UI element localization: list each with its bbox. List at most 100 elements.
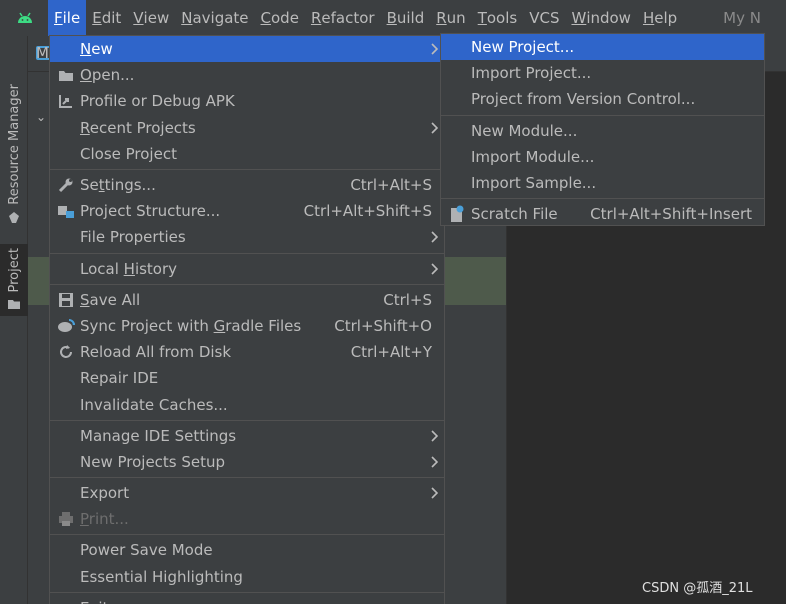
file-menu-item-new[interactable]: New [50,36,444,63]
menu-separator [50,252,444,254]
menu-bar: File Edit View Navigate Code Refactor Build Run… [0,0,786,36]
menu-item-label: Invalidate Caches... [80,395,228,414]
menu-separator [50,168,444,170]
project-structure-icon [56,198,76,224]
chevron-down-icon[interactable]: ⌄ [36,110,46,124]
menu-file[interactable]: File [48,0,87,36]
new-menu-item-new-module[interactable]: New Module... [441,118,764,144]
menu-build[interactable]: Build [381,0,431,36]
file-menu-item-settings[interactable]: Settings... Ctrl+Alt+S [50,172,444,198]
scratch-file-icon [447,201,467,227]
menu-label-rest: ile [62,9,81,27]
file-menu-item-repair-ide[interactable]: Repair IDE [50,365,444,391]
menu-tools[interactable]: Tools [472,0,524,36]
project-title: My N [723,9,761,27]
menu-label-rest: elp [654,9,678,27]
menu-label-rest: efactor [321,9,375,27]
new-menu-item-scratch-file[interactable]: Scratch File Ctrl+Alt+Shift+Insert [441,201,764,227]
breadcrumb[interactable]: M [36,44,49,62]
menu-mnemonic: E [92,9,102,27]
chevron-right-icon [430,449,438,475]
menu-mnemonic: H [642,9,655,27]
file-menu-item-export[interactable]: Export [50,480,444,506]
file-menu-item-power-save-mode[interactable]: Power Save Mode [50,537,444,563]
new-menu-item-import-project[interactable]: Import Project... [441,60,764,86]
reload-icon [56,339,76,365]
menu-item-label: Close Project [80,144,177,163]
menu-mnemonic: R [436,9,447,27]
file-menu-item-exit[interactable]: Exit [50,595,444,604]
profile-apk-icon [56,88,76,114]
menu-vcs[interactable]: VCS [523,0,565,36]
menu-separator [50,534,444,536]
new-menu-item-import-module[interactable]: Import Module... [441,144,764,170]
new-menu-item-import-sample[interactable]: Import Sample... [441,170,764,196]
menu-item-label: File Properties [80,228,186,247]
file-menu-item-recent-projects[interactable]: Recent Projects [50,115,444,141]
wrench-icon [56,172,76,198]
menu-mnemonic: H [123,259,135,278]
menu-item-label: Local History [80,259,178,278]
menu-mnemonic: R [80,118,90,137]
file-menu-item-local-history[interactable]: Local History [50,256,444,282]
menu-mnemonic: O [80,66,92,85]
file-menu: New Open... Profile or Debug APK Recent Pro… [49,35,445,604]
tool-tab-resource-manager[interactable]: Resource Manager [0,82,28,268]
menu-item-label: Import Project... [471,64,592,83]
menu-view[interactable]: View [127,0,175,36]
menu-window[interactable]: Window [565,0,637,36]
file-menu-item-open[interactable]: Open... [50,62,444,88]
menu-mnemonic: R [310,9,322,27]
file-menu-item-project-structure[interactable]: Project Structure... Ctrl+Alt+Shift+S [50,198,444,224]
menu-label-rest: indow [586,9,631,27]
menu-label-rest: ools [486,9,518,27]
menu-label-rest: ode [271,9,299,27]
android-logo-icon [0,0,50,36]
file-menu-item-new-projects-setup[interactable]: New Projects Setup [50,449,444,475]
watermark: CSDN @孤酒_21L [642,581,753,596]
file-menu-item-sync-project-with-gradle-files[interactable]: Sync Project with Gradle Files Ctrl+Shift… [50,313,444,339]
left-tool-strip: Resource Manager Project [0,36,28,604]
chevron-right-icon [430,423,438,449]
file-menu-item-close-project[interactable]: Close Project [50,141,444,167]
menu-item-label: Project Structure... [80,202,221,221]
menu-label-rest: iew [143,9,170,27]
menu-item-shortcut: Ctrl+S [383,290,432,309]
menu-separator [441,114,764,116]
file-menu-item-profile-or-debug-apk[interactable]: Profile or Debug APK [50,88,444,114]
menu-navigate[interactable]: Navigate [175,0,254,36]
menu-item-label: Repair IDE [80,369,159,388]
menu-item-shortcut: Ctrl+Alt+Shift+Insert [590,205,752,224]
file-menu-item-essential-highlighting[interactable]: Essential Highlighting [50,564,444,590]
menu-run[interactable]: Run [430,0,471,36]
menu-edit[interactable]: Edit [86,0,127,36]
menu-label-rest: uild [396,9,425,27]
menu-help[interactable]: Help [637,0,683,36]
menu-item-label: Settings... [80,176,156,195]
menu-separator [441,198,764,200]
menu-item-shortcut: Ctrl+Alt+Shift+S [303,202,432,221]
file-menu-item-file-properties[interactable]: File Properties [50,224,444,250]
menu-mnemonic: t [98,176,105,195]
menu-mnemonic: S [80,290,90,309]
file-menu-item-save-all[interactable]: Save All Ctrl+S [50,287,444,313]
folder-icon [56,62,76,88]
new-menu-item-new-project[interactable]: New Project... [441,34,764,61]
menu-mnemonic: x [89,599,98,604]
menu-item-label: Manage IDE Settings [80,426,237,445]
menu-label-rest: avigate [192,9,249,27]
menu-mnemonic: B [386,9,397,27]
menu-refactor[interactable]: Refactor [305,0,381,36]
menu-item-label: Export [80,484,130,503]
tool-tab-project[interactable]: Project [0,244,28,316]
resource-manager-icon [9,211,19,223]
menu-code[interactable]: Code [255,0,305,36]
new-submenu: New Project... Import Project... Project f… [440,33,765,226]
file-menu-item-manage-ide-settings[interactable]: Manage IDE Settings [50,423,444,449]
chevron-right-icon [430,256,438,282]
menu-item-label: Project from Version Control... [471,90,696,109]
menu-mnemonic: W [571,9,587,27]
new-menu-item-project-from-version-control[interactable]: Project from Version Control... [441,86,764,112]
file-menu-item-invalidate-caches[interactable]: Invalidate Caches... [50,391,444,417]
file-menu-item-reload-all-from-disk[interactable]: Reload All from Disk Ctrl+Alt+Y [50,339,444,365]
